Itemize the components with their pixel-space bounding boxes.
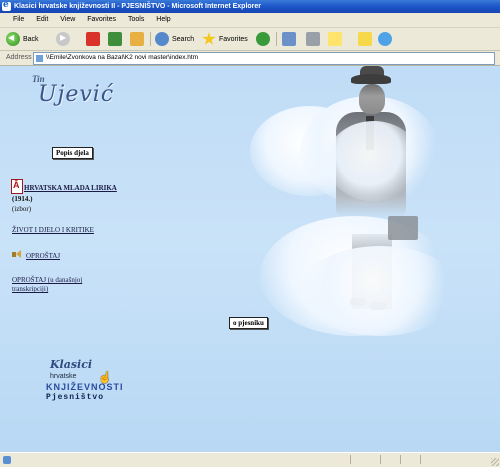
search-icon [155, 32, 169, 46]
page-content: Tin Ujević Popis djela HRVATSKA MLADA LI… [0, 66, 500, 452]
messenger-icon [378, 32, 392, 46]
stop-button[interactable] [86, 31, 103, 47]
pdf-icon[interactable] [11, 179, 23, 194]
work-year: (1914.) [12, 195, 33, 203]
status-page-icon [3, 456, 11, 464]
media-button[interactable] [256, 31, 273, 47]
favorites-button[interactable]: Favorites [202, 31, 248, 47]
search-button[interactable]: Search [155, 31, 194, 47]
address-input[interactable]: \\Emile\Zvonkova na Bazal\K2 novi master… [33, 52, 495, 65]
print-button[interactable] [306, 31, 323, 47]
menu-favorites[interactable]: Favorites [82, 13, 121, 27]
address-label: Address [6, 54, 32, 61]
audio-oprostaj-link[interactable]: OPROŠTAJ [26, 252, 60, 260]
notes-button[interactable] [358, 31, 375, 47]
edit-icon [328, 32, 342, 46]
mail-button[interactable] [282, 31, 299, 47]
home-icon [130, 32, 144, 46]
menu-view[interactable]: View [55, 13, 80, 27]
forward-icon [56, 32, 70, 46]
toolbar: Back Search Favorites [0, 28, 500, 51]
resize-grip[interactable] [491, 458, 499, 466]
media-icon [256, 32, 270, 46]
status-bar [0, 452, 500, 467]
back-icon [6, 32, 20, 46]
refresh-button[interactable] [108, 31, 125, 47]
messenger-button[interactable] [378, 31, 395, 47]
work-title-link[interactable]: HRVATSKA MLADA LIRIKA [24, 184, 117, 192]
home-button[interactable] [130, 31, 147, 47]
klasici-logo[interactable]: Klasici hrvatske KNJIŽEVNOSTI Pjesništvo [44, 358, 124, 418]
edit-button[interactable] [328, 31, 345, 47]
forward-button[interactable] [56, 31, 73, 47]
hand-cursor-icon: ☝ [98, 372, 112, 384]
o-pjesniku-button[interactable]: o pjesniku [229, 317, 268, 329]
logo-ujevic: Ujević [38, 82, 115, 107]
logo-hrvatske: hrvatske [50, 373, 77, 380]
page-icon [36, 55, 43, 62]
logo-pjesnistvo: Pjesništvo [46, 393, 105, 402]
speaker-icon[interactable] [12, 250, 22, 259]
oprostaj-link[interactable]: OPROŠTAJ (u današnjoj [12, 276, 82, 284]
notes-icon [358, 32, 372, 46]
favorites-icon [202, 32, 216, 45]
ie-icon [2, 0, 11, 12]
menu-bar: File Edit View Favorites Tools Help [0, 13, 500, 28]
favorites-label: Favorites [219, 35, 248, 43]
stop-icon [86, 32, 100, 46]
popis-djela-button[interactable]: Popis djela [52, 147, 93, 159]
back-button[interactable]: Back [6, 31, 39, 47]
menu-edit[interactable]: Edit [31, 13, 53, 27]
menu-tools[interactable]: Tools [123, 13, 149, 27]
address-url: \\Emile\Zvonkova na Bazal\K2 novi master… [46, 54, 199, 61]
menu-file[interactable]: File [8, 13, 29, 27]
menu-help[interactable]: Help [151, 13, 175, 27]
refresh-icon [108, 32, 122, 46]
print-icon [306, 32, 320, 46]
search-label: Search [172, 35, 195, 43]
back-label: Back [23, 35, 39, 43]
address-bar: Address \\Emile\Zvonkova na Bazal\K2 nov… [0, 51, 500, 66]
mail-icon [282, 32, 296, 46]
zivot-djelo-link[interactable]: ŽIVOT I DJELO I KRITIKE [12, 226, 94, 234]
oprostaj-link-line2[interactable]: transkripciji) [12, 285, 48, 293]
window-title: Klasici hrvatske književnosti II - PJESN… [14, 3, 262, 10]
window-titlebar: Klasici hrvatske književnosti II - PJESN… [0, 0, 500, 13]
work-note: (izbor) [12, 205, 32, 213]
logo-klasici: Klasici [50, 358, 93, 371]
